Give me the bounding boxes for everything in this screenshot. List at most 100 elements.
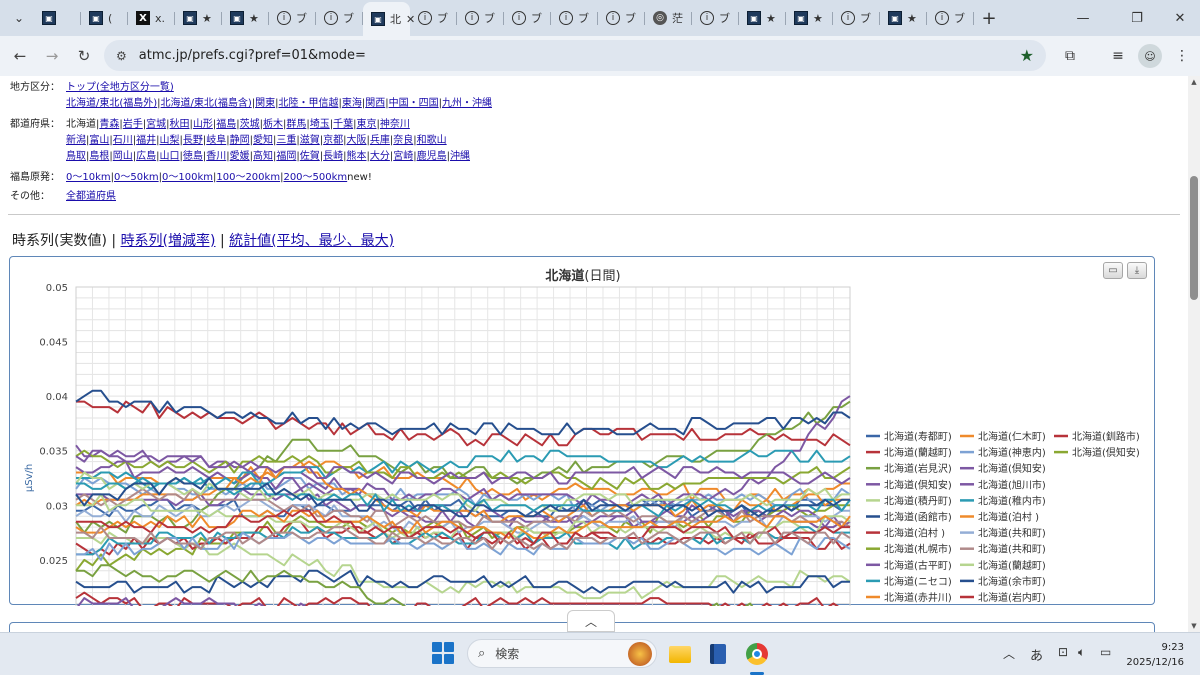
- prefecture-link[interactable]: 福岡: [276, 151, 296, 162]
- taskbar-file-explorer[interactable]: [665, 639, 695, 669]
- profile-button[interactable]: ☺: [1134, 40, 1166, 72]
- prefecture-link[interactable]: 岐阜: [206, 135, 226, 146]
- prefecture-link[interactable]: 長野: [183, 135, 203, 146]
- browser-tab[interactable]: iブ: [316, 3, 363, 33]
- browser-tab[interactable]: ▣ ★: [880, 3, 927, 33]
- browser-tab[interactable]: ▣ 北 ✕: [363, 2, 415, 36]
- address-bar[interactable]: ⚙ atmc.jp/prefs.cgi?pref=01&mode= ★: [104, 40, 1046, 71]
- close-window-button[interactable]: ✕: [1160, 0, 1200, 36]
- tray-overflow-icon[interactable]: ︿: [1003, 645, 1015, 662]
- prefecture-link[interactable]: 兵庫: [370, 135, 390, 146]
- media-controls-button[interactable]: ≡: [1102, 40, 1134, 72]
- scroll-up-arrow-icon[interactable]: ▲: [1188, 78, 1200, 86]
- prefecture-link[interactable]: 沖縄: [450, 151, 470, 162]
- browser-tab[interactable]: iブ: [269, 3, 316, 33]
- prefecture-link[interactable]: 島根: [89, 151, 109, 162]
- fukushima-range-link[interactable]: 0～100km: [162, 172, 213, 183]
- bookmark-star-icon[interactable]: ★: [1020, 46, 1034, 65]
- prefecture-link[interactable]: 秋田: [170, 119, 190, 130]
- prefecture-link[interactable]: 鳥取: [66, 151, 86, 162]
- prefecture-link[interactable]: 青森: [99, 119, 119, 130]
- prefecture-link[interactable]: 大分: [370, 151, 390, 162]
- mode-link-change-rate[interactable]: 時系列(増減率): [121, 233, 216, 249]
- region-link[interactable]: 北陸・甲信越: [278, 98, 338, 109]
- region-link[interactable]: 北海道/東北(福島含): [161, 98, 252, 109]
- browser-tab[interactable]: iブ: [692, 3, 739, 33]
- region-link[interactable]: 北海道/東北(福島外): [66, 98, 157, 109]
- prefecture-link[interactable]: 長崎: [323, 151, 343, 162]
- prefecture-link[interactable]: 茨城: [240, 119, 260, 130]
- minimize-button[interactable]: —: [1060, 0, 1106, 36]
- chart-print-button[interactable]: ▭: [1103, 262, 1123, 279]
- tab-search-button[interactable]: ⌄: [4, 3, 34, 33]
- reload-button[interactable]: ↻: [68, 40, 100, 72]
- prefecture-link[interactable]: 和歌山: [417, 135, 447, 146]
- prefecture-link[interactable]: 石川: [113, 135, 133, 146]
- prefecture-link[interactable]: 静岡: [230, 135, 250, 146]
- prefecture-link[interactable]: 愛媛: [230, 151, 250, 162]
- fukushima-range-link[interactable]: 100～200km: [216, 172, 280, 183]
- prefecture-link[interactable]: 滋賀: [300, 135, 320, 146]
- prefecture-link[interactable]: 東京: [357, 119, 377, 130]
- prefecture-link[interactable]: 宮崎: [393, 151, 413, 162]
- browser-tab[interactable]: ▣ ★: [175, 3, 222, 33]
- browser-tab[interactable]: iブ: [457, 3, 504, 33]
- browser-tab[interactable]: Xx.: [128, 3, 175, 33]
- prefecture-link[interactable]: 三重: [276, 135, 296, 146]
- browser-tab[interactable]: ▣ ★: [222, 3, 269, 33]
- taskbar-notepad[interactable]: [703, 639, 733, 669]
- taskbar-chrome[interactable]: [742, 639, 772, 669]
- extensions-button[interactable]: ⧉: [1054, 40, 1086, 72]
- fukushima-range-link[interactable]: 0～10km: [66, 172, 111, 183]
- prefecture-link[interactable]: 大阪: [347, 135, 367, 146]
- browser-tab[interactable]: iブ: [833, 3, 880, 33]
- browser-tab[interactable]: ▣: [34, 3, 81, 33]
- scroll-down-arrow-icon[interactable]: ▼: [1188, 622, 1200, 630]
- browser-tab[interactable]: ▣ ★: [786, 3, 833, 33]
- prefecture-link[interactable]: 愛知: [253, 135, 273, 146]
- site-info-icon[interactable]: ⚙: [116, 49, 127, 63]
- ime-indicator[interactable]: あ: [1030, 645, 1043, 664]
- browser-tab[interactable]: ▣ ★: [739, 3, 786, 33]
- prefecture-link[interactable]: 広島: [136, 151, 156, 162]
- browser-tab[interactable]: iブ: [598, 3, 645, 33]
- fukushima-range-link[interactable]: 0～50km: [114, 172, 159, 183]
- prefecture-link[interactable]: 山形: [193, 119, 213, 130]
- region-link[interactable]: 中国・四国: [389, 98, 439, 109]
- page-scrollbar[interactable]: ▲ ▼: [1188, 76, 1200, 632]
- prefecture-link[interactable]: 鹿児島: [417, 151, 447, 162]
- browser-tab[interactable]: iブ: [410, 3, 457, 33]
- prefecture-link[interactable]: 佐賀: [300, 151, 320, 162]
- chart-download-button[interactable]: ⤓: [1127, 262, 1147, 279]
- prefecture-link[interactable]: 徳島: [183, 151, 203, 162]
- prefecture-link[interactable]: 山梨: [160, 135, 180, 146]
- prefecture-link[interactable]: 香川: [206, 151, 226, 162]
- prefecture-link[interactable]: 群馬: [286, 119, 306, 130]
- prefecture-link[interactable]: 富山: [89, 135, 109, 146]
- all-prefectures-link[interactable]: 全都道府県: [66, 191, 116, 202]
- browser-tab[interactable]: ◎ 茫: [645, 3, 692, 33]
- prefecture-link[interactable]: 岩手: [123, 119, 143, 130]
- network-icon[interactable]: ⊡: [1058, 645, 1068, 659]
- mode-link-statistics[interactable]: 統計値(平均、最少、最大): [229, 233, 394, 249]
- prefecture-link[interactable]: 神奈川: [380, 119, 410, 130]
- prefecture-link[interactable]: 千葉: [333, 119, 353, 130]
- prefecture-link[interactable]: 熊本: [347, 151, 367, 162]
- region-link[interactable]: 関西: [365, 98, 385, 109]
- region-link[interactable]: 九州・沖縄: [442, 98, 492, 109]
- prefecture-link[interactable]: 岡山: [113, 151, 133, 162]
- browser-tab[interactable]: iブ: [504, 3, 551, 33]
- region-link[interactable]: 関東: [255, 98, 275, 109]
- scrollbar-thumb[interactable]: [1190, 176, 1198, 300]
- restore-button[interactable]: ❐: [1114, 0, 1160, 36]
- prefecture-link[interactable]: 栃木: [263, 119, 283, 130]
- prefecture-link[interactable]: 福島: [216, 119, 236, 130]
- prefecture-link[interactable]: 宮城: [146, 119, 166, 130]
- volume-icon[interactable]: 🔈︎: [1078, 645, 1085, 660]
- browser-tab[interactable]: iブ: [551, 3, 598, 33]
- prefecture-link[interactable]: 埼玉: [310, 119, 330, 130]
- scroll-up-button[interactable]: ︿: [567, 610, 615, 632]
- browser-menu-button[interactable]: ⋮: [1166, 40, 1198, 72]
- taskbar-search[interactable]: ⌕ 検索: [467, 639, 657, 668]
- prefecture-link[interactable]: 新潟: [66, 135, 86, 146]
